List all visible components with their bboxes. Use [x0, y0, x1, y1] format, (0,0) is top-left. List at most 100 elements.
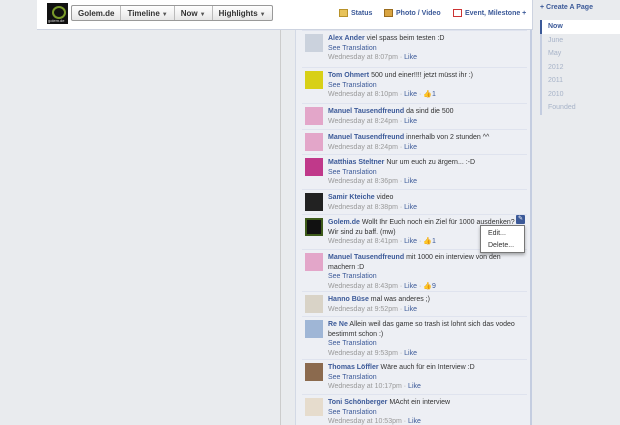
comment-meta: Wednesday at 8:38pm · Like — [328, 203, 417, 211]
pencil-icon[interactable]: ✎ — [516, 215, 525, 224]
see-translation-link[interactable]: See Translation — [328, 339, 526, 349]
avatar[interactable] — [305, 320, 323, 338]
comment-item: Thomas Löffler Wäre auch für ein Intervi… — [302, 359, 527, 394]
comment-text: video — [376, 194, 394, 201]
comment-time[interactable]: Wednesday at 9:53pm — [328, 350, 398, 357]
comment-time[interactable]: Wednesday at 8:24pm — [328, 118, 398, 125]
comment-time[interactable]: Wednesday at 8:43pm — [328, 283, 398, 290]
like-count[interactable]: 👍1 — [423, 91, 436, 98]
see-translation-link[interactable]: See Translation — [328, 408, 526, 418]
comment-author[interactable]: Hanno Büse — [328, 296, 369, 303]
comment-text: mal was anderes ;) — [370, 296, 430, 303]
like-link[interactable]: Like — [404, 91, 417, 98]
comment-author[interactable]: Toni Schönberger — [328, 399, 387, 406]
year-item-may[interactable]: May — [542, 47, 620, 61]
comment-item: Tom Ohmert 500 und einer!!!! jetzt müsst… — [302, 67, 527, 103]
avatar[interactable] — [305, 398, 323, 416]
photo-icon — [384, 9, 393, 17]
comment-meta: Wednesday at 8:07pm · Like — [328, 54, 417, 61]
comment-time[interactable]: Wednesday at 8:07pm — [328, 54, 398, 61]
comment-time[interactable]: Wednesday at 8:38pm — [328, 204, 398, 211]
like-count[interactable]: 👍1 — [423, 238, 436, 245]
comment-time[interactable]: Wednesday at 8:24pm — [328, 144, 398, 151]
year-item-2010[interactable]: 2010 — [542, 88, 620, 102]
year-item-2011[interactable]: 2011 — [542, 74, 620, 88]
timeline-divider — [280, 30, 281, 425]
comment-item: Hanno Büse mal was anderes ;) Wednesday a… — [302, 291, 527, 316]
avatar[interactable] — [305, 34, 323, 52]
avatar[interactable] — [305, 71, 323, 89]
tab-timeline[interactable]: Timeline ▼ — [121, 6, 175, 20]
comment-author[interactable]: Tom Ohmert — [328, 72, 369, 79]
year-list: Now June May 2012 2011 2010 Founded — [540, 20, 620, 115]
comment-meta: Wednesday at 10:53pm · Like — [328, 418, 421, 425]
page-logo[interactable]: golem.de — [47, 3, 68, 24]
comment-meta: Wednesday at 8:10pm · Like · 👍1 — [328, 91, 436, 98]
comment-author[interactable]: Matthias Steltner — [328, 159, 384, 166]
comment-time[interactable]: Wednesday at 8:41pm — [328, 238, 398, 245]
avatar[interactable] — [305, 107, 323, 125]
composer-photo-button[interactable]: Photo / Video — [384, 9, 441, 17]
see-translation-link[interactable]: See Translation — [328, 168, 526, 178]
status-icon — [339, 9, 348, 17]
comment-author[interactable]: Manuel Tausendfreund — [328, 134, 404, 141]
like-link[interactable]: Like — [408, 418, 421, 425]
year-item-2012[interactable]: 2012 — [542, 61, 620, 75]
tab-golem[interactable]: Golem.de — [72, 6, 122, 20]
comment-context-menu: Edit... Delete... — [480, 225, 525, 253]
create-page-link[interactable]: + Create A Page — [540, 4, 593, 11]
year-item-now[interactable]: Now — [540, 20, 620, 34]
composer-event-label: Event, Milestone + — [465, 9, 527, 17]
avatar[interactable] — [305, 363, 323, 381]
like-link[interactable]: Like — [404, 306, 417, 313]
like-link[interactable]: Like — [408, 383, 421, 390]
comment-time[interactable]: Wednesday at 10:53pm — [328, 418, 402, 425]
year-item-june[interactable]: June — [542, 34, 620, 48]
like-link[interactable]: Like — [404, 204, 417, 211]
avatar[interactable] — [305, 218, 323, 236]
avatar[interactable] — [305, 295, 323, 313]
like-link[interactable]: Like — [404, 118, 417, 125]
comment-meta: Wednesday at 9:52pm · Like — [328, 305, 417, 313]
chevron-down-icon: ▼ — [199, 12, 206, 18]
year-item-founded[interactable]: Founded — [542, 101, 620, 115]
avatar[interactable] — [305, 193, 323, 211]
comment-meta: Wednesday at 8:36pm · Like — [328, 178, 417, 185]
comment-author[interactable]: Manuel Tausendfreund — [328, 254, 404, 261]
avatar[interactable] — [305, 133, 323, 151]
see-translation-link[interactable]: See Translation — [328, 272, 526, 282]
comment-author[interactable]: Re Ne — [328, 321, 348, 328]
calendar-icon — [453, 9, 462, 17]
comment-time[interactable]: Wednesday at 8:10pm — [328, 91, 398, 98]
comment-author[interactable]: Golem.de — [328, 219, 360, 226]
composer-status-button[interactable]: Status — [339, 9, 372, 17]
logo-text: golem.de — [48, 18, 65, 23]
comment-author[interactable]: Thomas Löffler — [328, 364, 379, 371]
tab-highlights[interactable]: Highlights ▼ — [213, 6, 272, 20]
tab-label: Golem.de — [78, 9, 115, 18]
like-count[interactable]: 👍9 — [423, 283, 436, 290]
avatar[interactable] — [305, 158, 323, 176]
see-translation-link[interactable]: See Translation — [328, 81, 526, 91]
composer-event-button[interactable]: Event, Milestone + — [453, 9, 526, 17]
comment-author[interactable]: Manuel Tausendfreund — [328, 108, 404, 115]
menu-item-edit[interactable]: Edit... — [481, 226, 524, 238]
see-translation-link[interactable]: See Translation — [328, 373, 526, 383]
like-link[interactable]: Like — [404, 238, 417, 245]
comment-time[interactable]: Wednesday at 10:17pm — [328, 383, 402, 390]
like-link[interactable]: Like — [404, 54, 417, 61]
avatar[interactable] — [305, 253, 323, 271]
comment-time[interactable]: Wednesday at 8:36pm — [328, 178, 398, 185]
comment-author[interactable]: Alex Ander — [328, 35, 365, 42]
tab-now[interactable]: Now ▼ — [175, 6, 213, 20]
like-link[interactable]: Like — [404, 350, 417, 357]
comment-time[interactable]: Wednesday at 9:52pm — [328, 306, 398, 313]
comment-author[interactable]: Samir Kteiche — [328, 194, 375, 201]
like-link[interactable]: Like — [404, 144, 417, 151]
comment-item: Toni Schönberger MAcht ein interview See … — [302, 394, 527, 425]
comment-item: Re Ne Allein weil das game so trash ist … — [302, 316, 527, 359]
menu-item-delete[interactable]: Delete... — [481, 238, 524, 250]
see-translation-link[interactable]: See Translation — [328, 44, 526, 54]
like-link[interactable]: Like — [404, 178, 417, 185]
like-link[interactable]: Like — [404, 283, 417, 290]
